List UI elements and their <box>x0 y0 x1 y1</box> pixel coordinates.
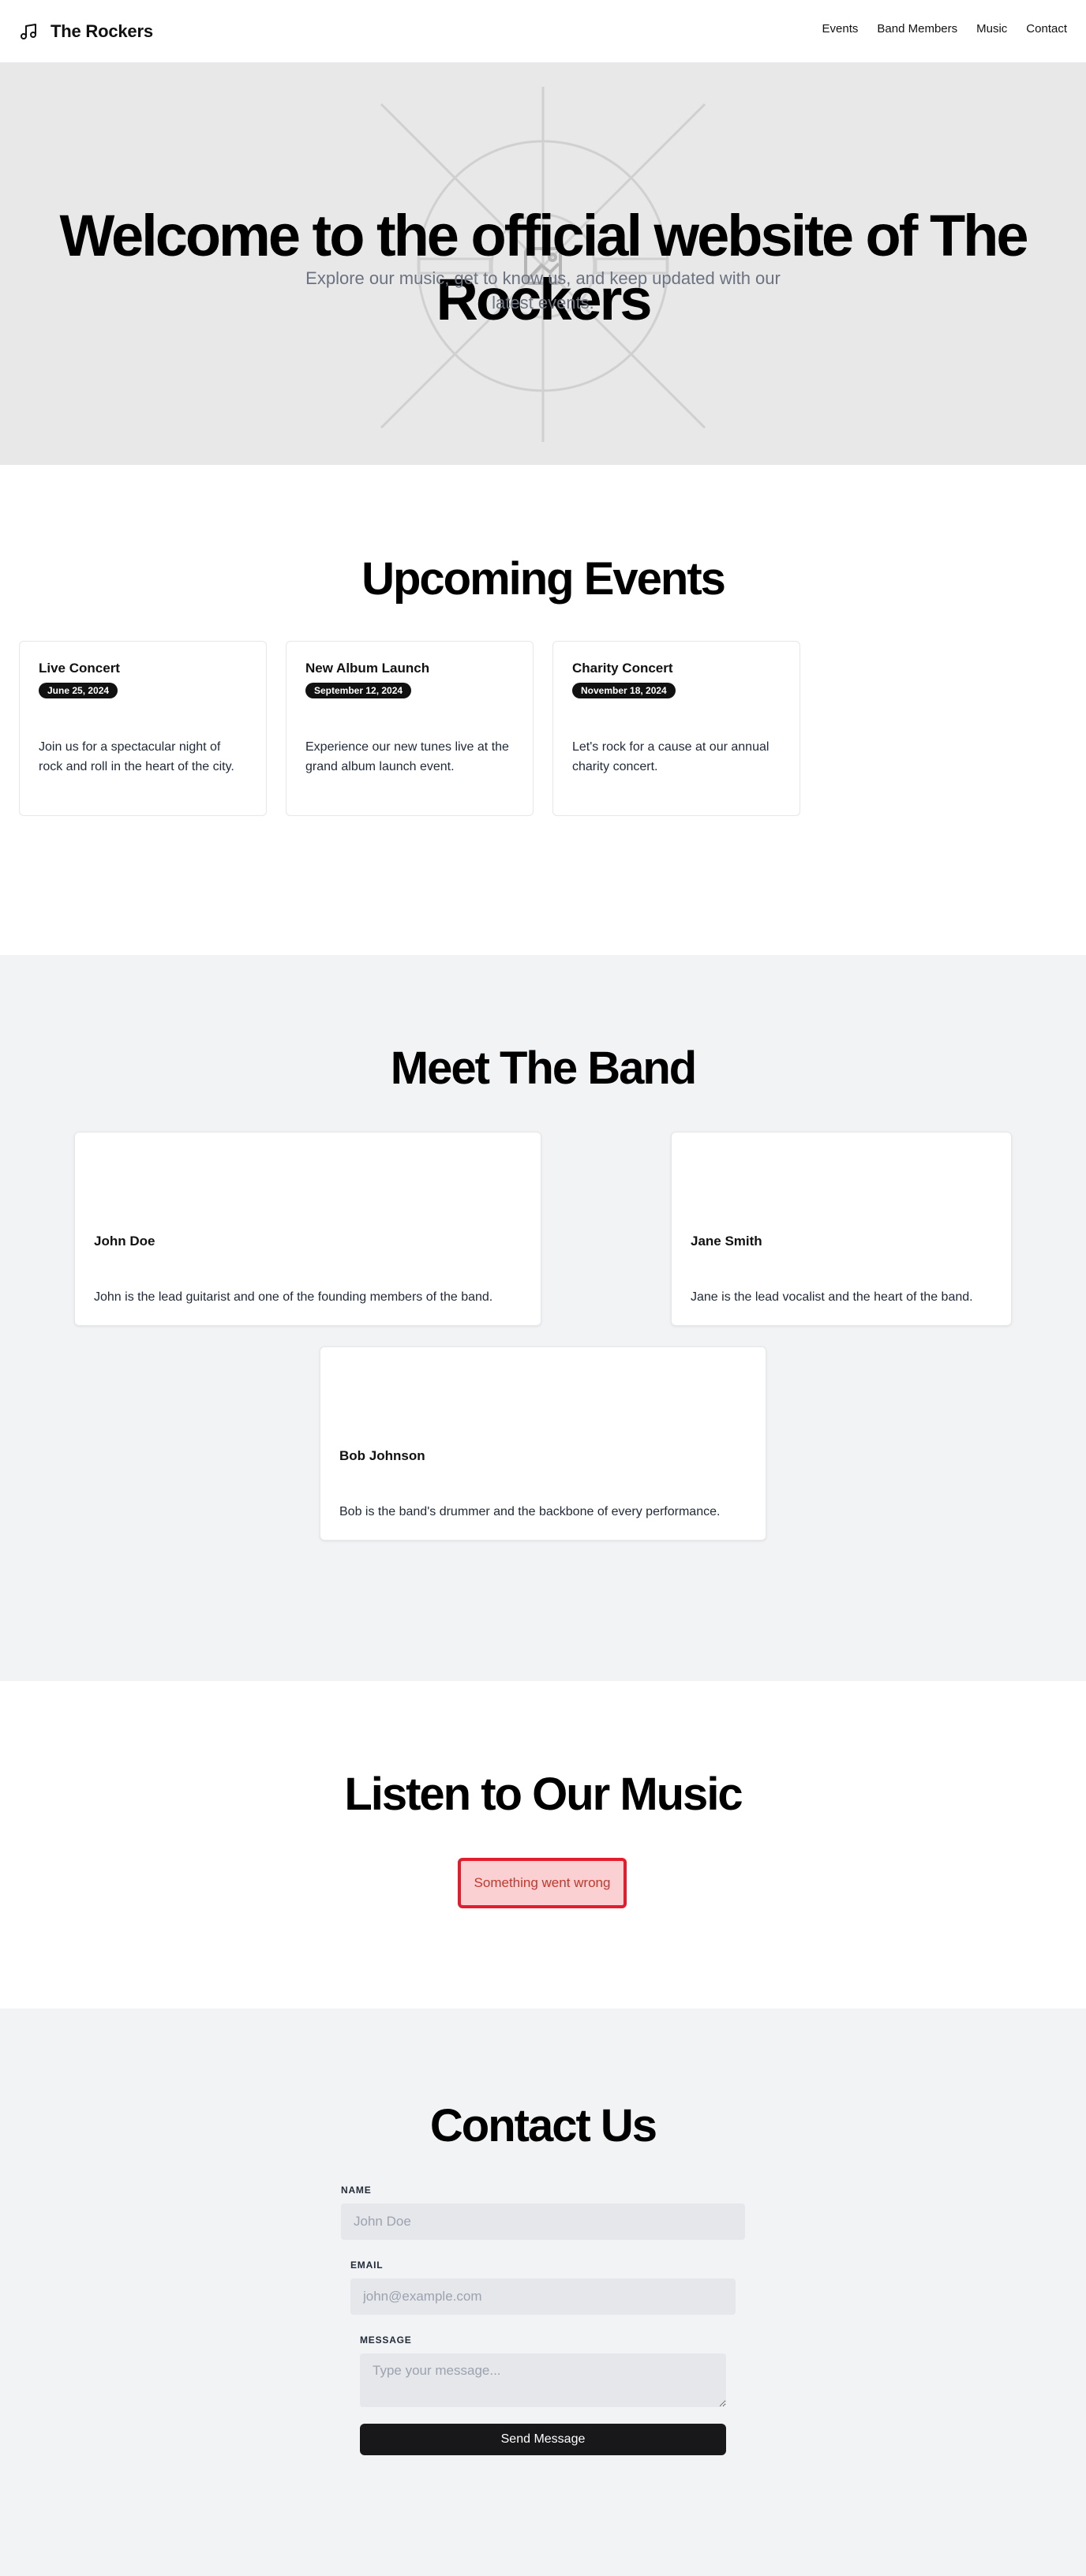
member-name: Jane Smith <box>691 1234 762 1249</box>
member-bio: John is the lead guitarist and one of th… <box>94 1290 493 1304</box>
nav-link-events[interactable]: Events <box>822 22 859 36</box>
member-card: Bob Johnson Bob is the band's drummer an… <box>320 1346 766 1541</box>
events-title: Upcoming Events <box>361 553 726 605</box>
email-field[interactable] <box>350 2278 736 2315</box>
event-name: New Album Launch <box>305 661 430 676</box>
music-note-icon <box>21 24 36 39</box>
email-label: EMAIL <box>350 2260 384 2271</box>
event-card: New Album Launch September 12, 2024 Expe… <box>286 641 534 816</box>
member-bio: Jane is the lead vocalist and the heart … <box>691 1290 973 1304</box>
send-message-button[interactable]: Send Message <box>360 2424 726 2455</box>
music-error-message: Something went wrong <box>458 1858 627 1908</box>
nav-link-band-members[interactable]: Band Members <box>877 22 957 36</box>
message-label: MESSAGE <box>360 2334 412 2346</box>
nav-link-contact[interactable]: Contact <box>1026 22 1067 36</box>
event-date-badge: September 12, 2024 <box>305 683 412 698</box>
music-title: Listen to Our Music <box>344 1769 743 1820</box>
brand-name: The Rockers <box>51 21 153 41</box>
member-card: John Doe John is the lead guitarist and … <box>74 1132 541 1326</box>
name-field[interactable] <box>341 2203 745 2240</box>
member-name: Bob Johnson <box>339 1448 425 1463</box>
hero-section: Welcome to the official website of The R… <box>0 63 1086 465</box>
event-card: Charity Concert November 18, 2024 Let's … <box>552 641 800 816</box>
event-description: Join us for a spectacular night of rock … <box>39 740 234 773</box>
main-nav: Events Band Members Music Contact <box>822 22 1067 36</box>
event-card: Live Concert June 25, 2024 Join us for a… <box>19 641 267 816</box>
brand[interactable]: The Rockers <box>19 19 153 44</box>
event-date-badge: November 18, 2024 <box>572 683 676 698</box>
band-title: Meet The Band <box>390 1043 698 1094</box>
name-label: NAME <box>341 2185 372 2196</box>
event-description: Experience our new tunes live at the gra… <box>305 740 509 773</box>
event-date-badge: June 25, 2024 <box>39 683 118 698</box>
site-header: The Rockers Events Band Members Music Co… <box>0 0 1086 63</box>
event-description: Let's rock for a cause at our annual cha… <box>572 740 770 773</box>
member-name: John Doe <box>94 1234 155 1249</box>
event-name: Charity Concert <box>572 661 673 676</box>
nav-link-music[interactable]: Music <box>976 22 1007 36</box>
member-card: Jane Smith Jane is the lead vocalist and… <box>671 1132 1012 1326</box>
message-field[interactable] <box>360 2353 726 2407</box>
member-bio: Bob is the band's drummer and the backbo… <box>339 1505 721 1518</box>
contact-title: Contact Us <box>429 2100 657 2151</box>
event-name: Live Concert <box>39 661 120 676</box>
hero-subtitle: Explore our music, get to know us, and k… <box>305 268 781 313</box>
